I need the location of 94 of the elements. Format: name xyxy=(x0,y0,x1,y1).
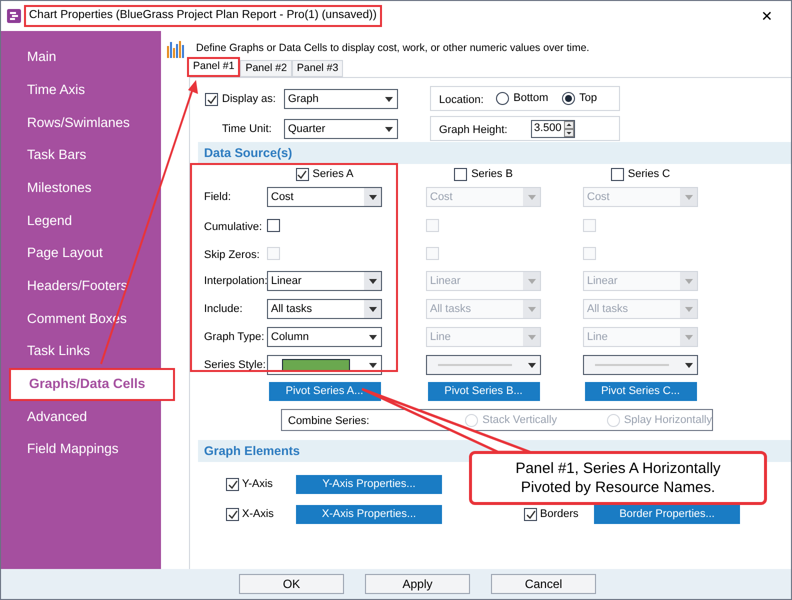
check-icon xyxy=(206,94,216,104)
caret-icon xyxy=(368,306,376,312)
section-header: Data Source(s) xyxy=(198,142,791,164)
field-label: Interpolation: xyxy=(204,274,267,289)
checkbox-label: Y-Axis xyxy=(242,477,273,492)
series-label: Series A xyxy=(312,167,354,182)
checkbox[interactable] xyxy=(296,168,309,181)
check-icon xyxy=(228,510,238,519)
caret-icon xyxy=(528,194,536,200)
sidebar-item[interactable]: Task Bars xyxy=(1,139,161,172)
field-label: Cumulative: xyxy=(204,220,264,236)
field-label: Time Unit: xyxy=(222,122,273,137)
checkbox-label: Borders xyxy=(540,507,579,522)
close-button[interactable]: ✕ xyxy=(755,6,779,26)
sidebar-item[interactable]: Field Mappings xyxy=(1,433,161,466)
field-label: Series Style: xyxy=(204,358,267,373)
caret-icon xyxy=(528,278,536,284)
tab[interactable]: Panel #2 xyxy=(240,60,292,77)
field-label: Skip Zeros: xyxy=(204,248,261,264)
sidebar-item[interactable]: Page Layout xyxy=(1,237,161,270)
checkbox[interactable] xyxy=(205,92,218,106)
dialog-button[interactable]: Cancel xyxy=(491,574,596,594)
dropdown[interactable]: Cost xyxy=(267,187,382,207)
spinner-arrows-icon xyxy=(564,120,574,136)
radio-button[interactable] xyxy=(562,92,576,105)
field-label: Display as: xyxy=(222,92,277,107)
style-dropdown[interactable] xyxy=(583,355,698,375)
field-label: Field: xyxy=(204,190,232,205)
caret-icon xyxy=(684,362,692,368)
caret-icon xyxy=(368,334,376,340)
checkbox[interactable] xyxy=(226,478,239,491)
caret-icon xyxy=(368,362,376,368)
radio-label: Top xyxy=(579,91,597,106)
check-icon xyxy=(228,480,238,489)
properties-button[interactable]: Y-Axis Properties... xyxy=(296,475,442,494)
description-text: Define Graphs or Data Cells to display cost, work, or other numeric values over time. xyxy=(196,41,590,56)
checkbox[interactable] xyxy=(267,218,280,232)
field-label: Graph Height: xyxy=(439,122,508,138)
properties-button[interactable]: X-Axis Properties... xyxy=(296,505,442,524)
checkbox[interactable] xyxy=(226,508,239,521)
spinner-field[interactable]: 3.500 xyxy=(531,120,575,138)
radio-button[interactable] xyxy=(496,92,510,105)
caret-icon xyxy=(528,306,536,312)
sidebar-item[interactable]: Legend xyxy=(1,204,161,238)
tab[interactable]: Panel #1 xyxy=(187,57,240,77)
sidebar-item[interactable]: Rows/Swimlanes xyxy=(1,106,161,140)
bar-chart-icon xyxy=(166,40,184,58)
dropdown[interactable]: Graph xyxy=(284,89,398,109)
style-dropdown[interactable] xyxy=(267,355,382,375)
field-label: Combine Series: xyxy=(288,414,370,430)
caret-icon xyxy=(368,194,376,200)
field-label: Graph Type: xyxy=(204,330,266,345)
pivot-button[interactable]: Pivot Series A... xyxy=(268,382,380,401)
check-icon xyxy=(526,510,536,519)
field-label: Include: xyxy=(204,302,244,317)
radio-label: Stack Vertically xyxy=(482,412,557,428)
caret-icon xyxy=(368,278,376,284)
caret-icon xyxy=(528,334,536,340)
sidebar-item[interactable]: Task Links xyxy=(1,335,161,368)
dialog-button[interactable]: OK xyxy=(239,574,344,594)
style-dropdown[interactable] xyxy=(426,355,541,375)
series-label: Series B xyxy=(471,167,513,182)
app-icon xyxy=(7,9,21,23)
line-style-icon xyxy=(438,364,512,366)
properties-button[interactable]: Border Properties... xyxy=(594,505,740,524)
line-style-icon xyxy=(595,364,669,366)
caret-icon xyxy=(528,362,536,368)
caret-icon xyxy=(684,306,692,312)
tab[interactable]: Panel #3 xyxy=(292,60,344,77)
series-label: Series C xyxy=(628,167,670,182)
caret-icon xyxy=(684,334,692,340)
sidebar-item[interactable]: Time Axis xyxy=(1,74,161,106)
check-icon xyxy=(297,170,308,179)
caret-icon xyxy=(384,96,392,102)
sidebar-item[interactable]: Milestones xyxy=(1,172,161,204)
caret-icon xyxy=(684,278,692,284)
dropdown[interactable]: Linear xyxy=(267,271,382,291)
dropdown[interactable]: Quarter xyxy=(284,119,398,139)
caret-icon xyxy=(384,126,392,132)
callout-text: Panel #1, Series A Horizontally Pivoted by Resource Names. xyxy=(469,451,767,505)
checkbox-label: X-Axis xyxy=(242,507,274,522)
radio-label: Splay Horizontally xyxy=(624,412,712,428)
dropdown[interactable]: Column xyxy=(267,327,382,347)
sidebar-item[interactable]: Headers/Footers xyxy=(1,270,161,302)
window-title: Chart Properties (BlueGrass Project Plan Report - Pro(1) (unsaved)) xyxy=(24,5,382,27)
sidebar-item[interactable]: Advanced xyxy=(1,400,161,434)
caret-icon xyxy=(684,194,692,200)
sidebar-item[interactable]: Main xyxy=(1,41,161,74)
checkbox[interactable] xyxy=(524,508,537,521)
dropdown[interactable]: All tasks xyxy=(267,299,382,319)
sidebar-item[interactable]: Graphs/Data Cells xyxy=(9,368,175,401)
dialog-button[interactable]: Apply xyxy=(365,574,470,594)
field-label: Location: xyxy=(439,92,485,108)
radio-label: Bottom xyxy=(513,91,548,106)
